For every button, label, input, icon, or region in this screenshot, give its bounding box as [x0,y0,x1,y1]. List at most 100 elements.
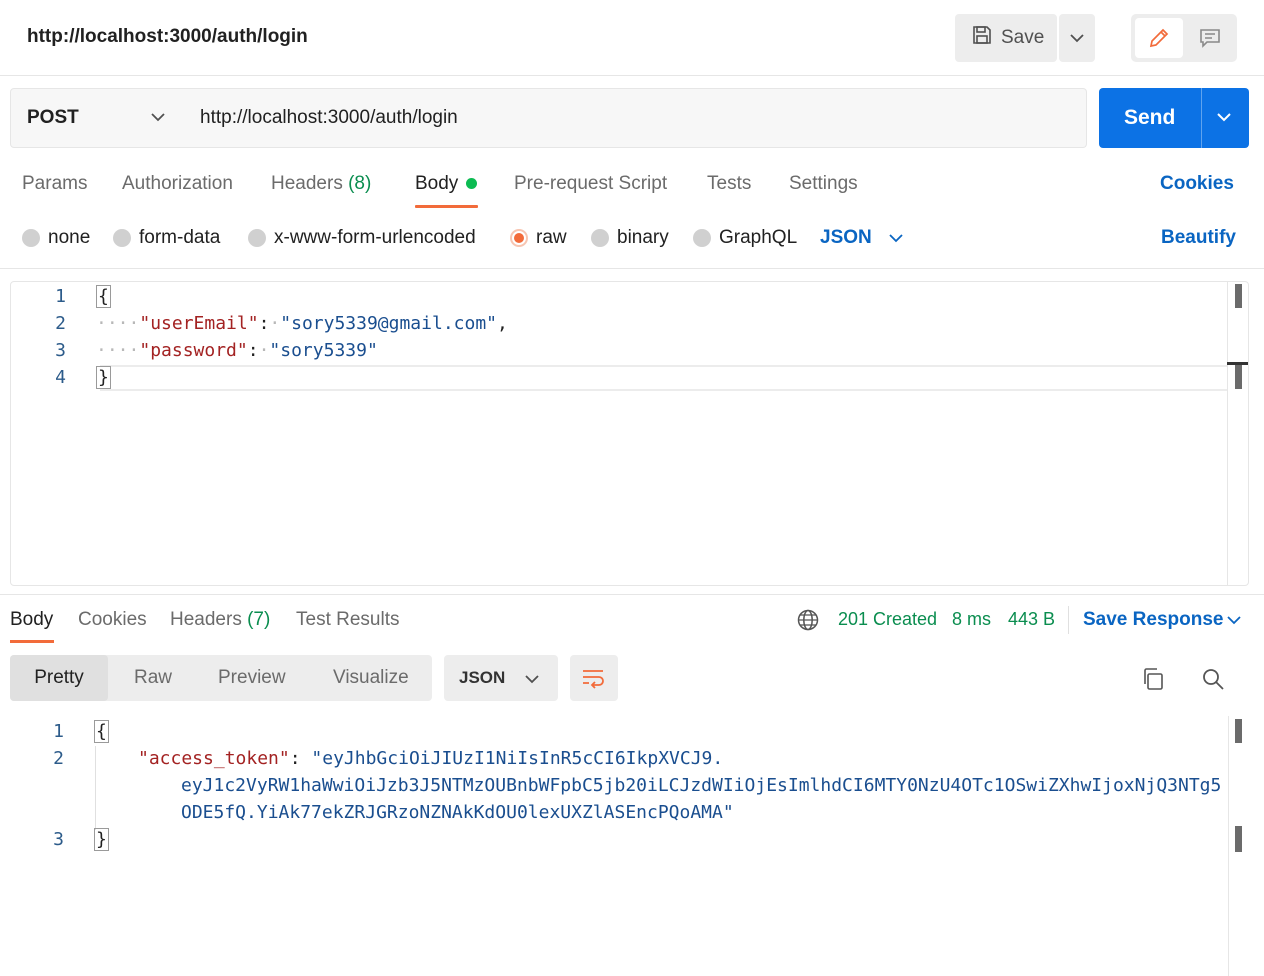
line-number: 3 [55,340,66,361]
chevron-down-icon [1070,34,1084,43]
radio-circle [22,229,40,247]
url-text: http://localhost:3000/auth/login [200,107,458,128]
tab-headers[interactable]: Headers (8) [271,173,371,195]
response-tab-body[interactable]: Body [10,609,53,631]
active-line-highlight [100,365,1227,391]
scrollbar-track[interactable] [1228,716,1229,976]
code-line: ····"userEmail":·"sory5339@gmail.com", [96,313,508,334]
comments-button[interactable] [1187,18,1233,58]
url-input[interactable]: http://localhost:3000/auth/login [183,88,1087,148]
edit-mode-button[interactable] [1135,18,1183,58]
line-number: 1 [55,286,66,307]
response-tab-cookies[interactable]: Cookies [78,609,147,631]
brace-close: } [96,366,111,389]
json-value: "sory5339@gmail.com" [280,313,498,334]
radio-label: raw [536,227,567,248]
scrollbar-thumb[interactable] [1235,719,1242,743]
radio-circle [248,229,266,247]
chevron-down-icon[interactable] [1226,613,1242,627]
cookies-link[interactable]: Cookies [1160,173,1234,195]
save-icon [971,24,993,52]
view-raw[interactable]: Raw [134,667,172,689]
json-key: "access_token" [138,748,290,769]
response-tab-headers[interactable]: Headers (7) [170,609,270,631]
comment-icon [1200,29,1220,48]
brace-open: { [94,720,109,743]
response-format-select[interactable]: JSON [444,655,558,701]
globe-icon[interactable] [796,608,820,632]
tab-pre-request-script[interactable]: Pre-request Script [514,173,667,195]
response-format-label: JSON [459,668,506,687]
send-divider [1201,88,1202,148]
method-label: POST [27,107,79,128]
radio-graphql[interactable]: GraphQL [693,226,797,250]
tab-params[interactable]: Params [22,173,87,195]
code-line: } [94,828,109,851]
chevron-down-icon [525,675,539,684]
radio-label: binary [617,227,669,248]
radio-x-www-form-urlencoded[interactable]: x-www-form-urlencoded [248,226,476,250]
response-size[interactable]: 443 B [1008,609,1055,630]
radio-form-data[interactable]: form-data [113,226,220,250]
radio-circle [591,229,609,247]
tab-authorization[interactable]: Authorization [122,173,233,195]
response-tab-headers-label: Headers [170,609,242,630]
body-format-select[interactable]: JSON [820,227,872,249]
radio-circle [113,229,131,247]
active-tab-underline [415,205,478,208]
request-title[interactable]: http://localhost:3000/auth/login [27,26,308,48]
status-code[interactable]: 201 Created [838,609,937,630]
copy-icon[interactable] [1141,667,1165,691]
radio-label: none [48,227,91,248]
chevron-down-icon[interactable] [888,231,904,245]
headers-count: (8) [348,173,372,194]
json-value-wrapped: ODE5fQ.YiAk77ekZRJGRzoNZNAkKdOU0lexUXZlA… [181,802,734,823]
send-dropdown-chevron-icon[interactable] [1215,108,1233,126]
code-line: ····"password":·"sory5339" [96,340,378,361]
tab-body[interactable]: Body [415,173,458,195]
wrap-lines-button[interactable] [570,655,618,701]
save-button[interactable]: Save [955,14,1057,62]
radio-none[interactable]: none [22,226,90,250]
json-value: "eyJhbGciOiJIUzI1NiIsInR5cCI6IkpXVCJ9. [311,748,724,769]
tab-tests[interactable]: Tests [707,173,751,195]
view-pretty[interactable]: Pretty [10,655,108,701]
wrap-lines-icon [583,670,604,689]
divider [0,594,1264,595]
response-time[interactable]: 8 ms [952,609,991,630]
response-tab-test-results[interactable]: Test Results [296,609,399,631]
code-line: } [96,366,111,389]
code-line: { [94,720,109,743]
brace-close: } [94,828,109,851]
headers-count: (7) [247,609,271,630]
save-response-button[interactable]: Save Response [1083,609,1223,631]
view-preview[interactable]: Preview [218,667,286,689]
json-key: "userEmail" [139,313,259,334]
radio-label: x-www-form-urlencoded [274,227,476,248]
tab-settings[interactable]: Settings [789,173,858,195]
radio-label: form-data [139,227,221,248]
line-number: 2 [53,748,64,769]
code-line: { [96,285,111,308]
indent-guide [95,746,96,830]
scrollbar-track[interactable] [1227,282,1228,585]
radio-circle [693,229,711,247]
save-label: Save [1001,27,1045,48]
line-number: 4 [55,367,66,388]
scrollbar-thumb[interactable] [1235,284,1242,308]
scrollbar-thumb[interactable] [1235,826,1242,852]
radio-binary[interactable]: binary [591,226,669,250]
beautify-link[interactable]: Beautify [1161,227,1236,249]
send-label: Send [1124,106,1176,129]
brace-open: { [96,285,111,308]
tab-headers-label: Headers [271,173,343,194]
save-dropdown-button[interactable] [1059,14,1095,62]
search-icon[interactable] [1201,667,1225,691]
divider [0,268,1264,269]
pencil-icon [1149,28,1169,48]
scrollbar-thumb[interactable] [1235,365,1242,389]
line-number: 3 [53,829,64,850]
radio-raw[interactable]: raw [510,226,567,250]
line-number: 1 [53,721,64,742]
view-visualize[interactable]: Visualize [333,667,409,689]
